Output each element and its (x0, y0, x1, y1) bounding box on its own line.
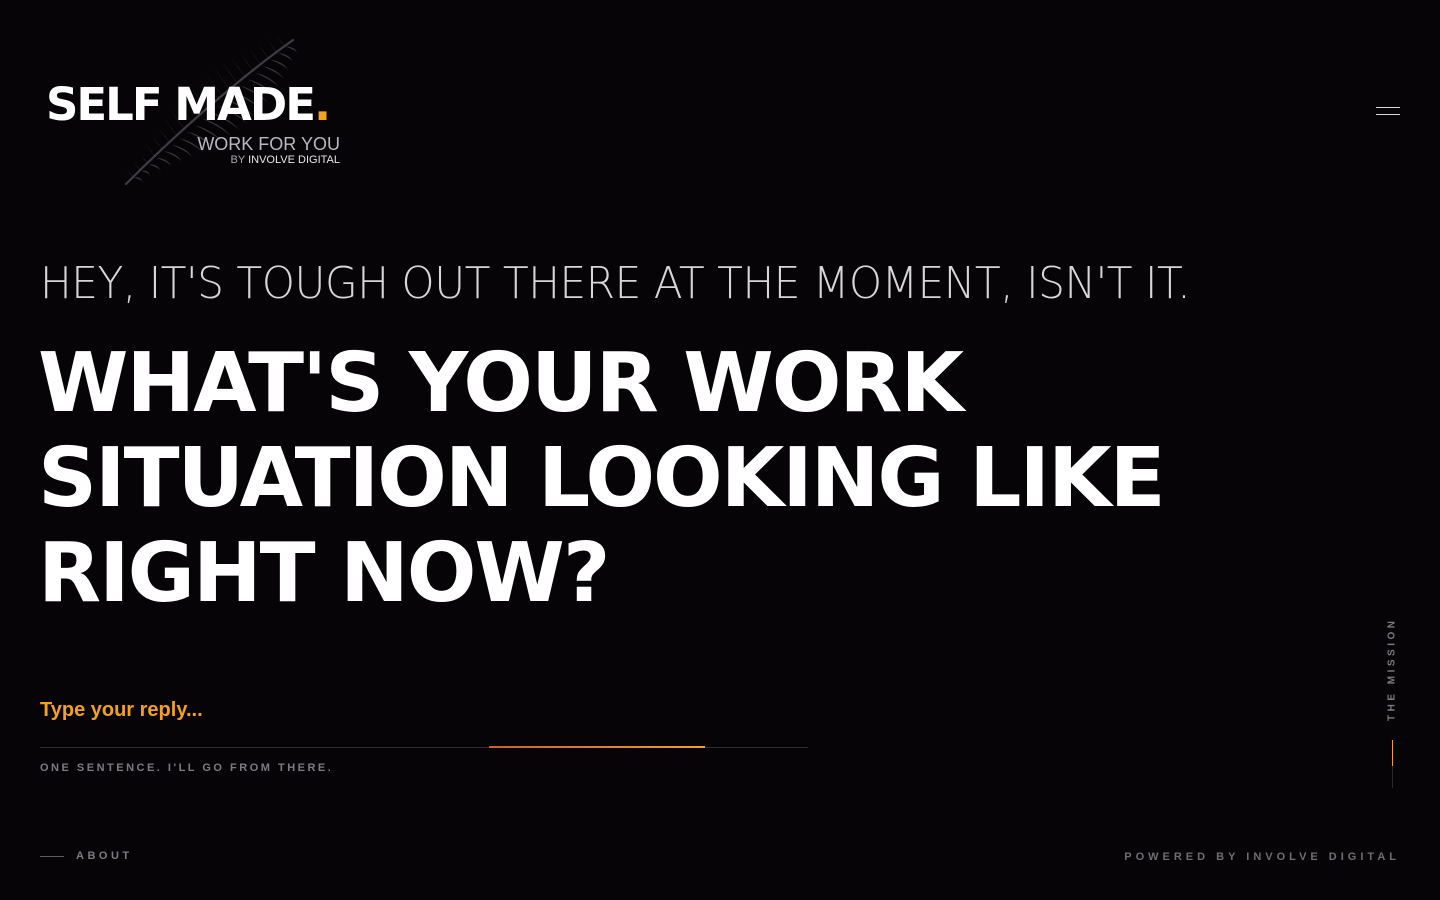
hero-intro: HEY, IT'S TOUGH OUT THERE AT THE MOMENT,… (40, 258, 1191, 309)
logo-by-company: INVOLVE DIGITAL (248, 154, 340, 166)
logo-dot: . (313, 78, 331, 131)
logo-wordmark: SELF MADE. (46, 82, 331, 127)
fern-leaflet (133, 177, 143, 183)
fern-leaflet (148, 164, 161, 172)
fern-leaflet (156, 157, 172, 168)
logo-by-prefix: BY (230, 154, 246, 166)
fern-leaflet (270, 59, 289, 71)
fern-leaflet (277, 35, 286, 47)
side-nav-the-mission[interactable]: THE MISSION (1384, 617, 1400, 730)
hamburger-menu-icon-line-bottom (1376, 114, 1400, 115)
menu-button[interactable] (1376, 104, 1400, 120)
hero-question-line: RIGHT NOW? (38, 526, 610, 621)
about-dash (40, 855, 64, 857)
hamburger-menu-icon-line-top (1376, 107, 1400, 108)
site-logo[interactable]: SELF MADE. WORK FOR YOU BY INVOLVE DIGIT… (40, 30, 370, 200)
powered-by-link[interactable]: POWERED BY INVOLVE DIGITAL (1124, 851, 1400, 863)
reply-hint: ONE SENTENCE. I'LL GO FROM THERE. (40, 762, 334, 774)
about-link[interactable]: ABOUT (40, 850, 133, 862)
hero-question: WHAT'S YOUR WORK SITUATION LOOKING LIKE … (38, 336, 1238, 621)
side-progress-indicator (1392, 740, 1393, 766)
reply-input[interactable] (40, 690, 808, 730)
page: SELF MADE. WORK FOR YOU BY INVOLVE DIGIT… (0, 0, 1440, 900)
fern-leaflet (277, 53, 294, 63)
hero-question-line: WHAT'S YOUR WORK (38, 336, 964, 431)
fern-leaflet (141, 170, 151, 177)
hero-question-line: SITUATION LOOKING LIKE (38, 431, 1166, 526)
fern-leaflet (285, 46, 298, 54)
logo-byline: BY INVOLVE DIGITAL (231, 155, 340, 166)
reply-underline-accent (489, 746, 705, 748)
about-label: ABOUT (76, 850, 133, 862)
side-nav-label: THE MISSION (1386, 617, 1398, 722)
logo-name: SELF MADE (46, 78, 316, 131)
logo-tagline: WORK FOR YOU (197, 134, 340, 154)
